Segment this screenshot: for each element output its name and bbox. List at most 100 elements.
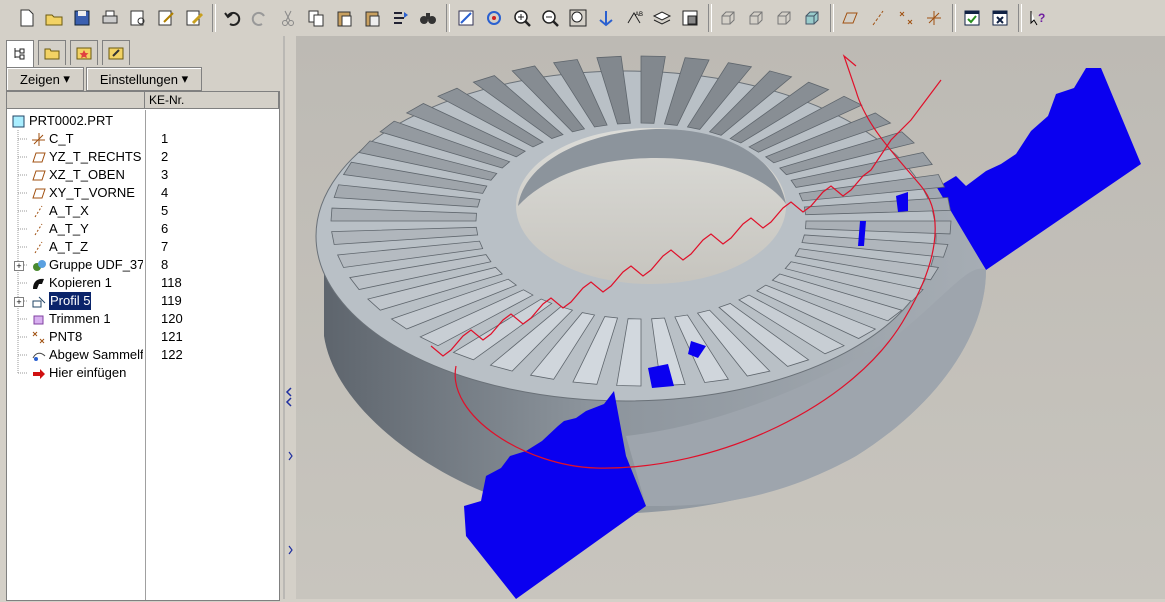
tree-row[interactable]: + Profil 5 119: [7, 292, 279, 310]
tree-row[interactable]: XY_T_VORNE 4: [7, 184, 279, 202]
datum-planes-icon: [842, 12, 858, 24]
tree-guide-lines: [17, 148, 27, 166]
find-button[interactable]: [416, 6, 440, 30]
edit-button[interactable]: [154, 6, 178, 30]
toolbar-separator: [952, 4, 956, 32]
open-button[interactable]: [42, 6, 66, 30]
tree-item-ke-nr: 119: [161, 293, 182, 308]
datum-axes-button[interactable]: [866, 6, 890, 30]
datum-point-icon: [31, 330, 47, 344]
tree-row[interactable]: A_T_Y 6: [7, 220, 279, 238]
tree-column-header[interactable]: [7, 92, 145, 109]
tree-guide-lines: [17, 202, 27, 220]
show-menu-button[interactable]: Zeigen ▾: [6, 67, 84, 91]
named-views-button[interactable]: AB: [622, 6, 646, 30]
datum-plane-icon: [31, 150, 47, 164]
ke-nr-column-header[interactable]: KE-Nr.: [145, 92, 279, 109]
tree-row[interactable]: A_T_X 5: [7, 202, 279, 220]
new-button[interactable]: [14, 6, 38, 30]
tree-row[interactable]: C_T 1: [7, 130, 279, 148]
tree-item-label: A_T_Y: [49, 221, 89, 236]
expand-toggle[interactable]: +: [14, 297, 24, 307]
zoom-out-button[interactable]: [538, 6, 562, 30]
connections-tab[interactable]: [102, 40, 130, 65]
regenerate-button[interactable]: [388, 6, 412, 30]
erase-icon: [186, 10, 204, 26]
save-button[interactable]: [70, 6, 94, 30]
window-close-icon: [992, 10, 1008, 26]
repaint-icon: [458, 10, 474, 26]
wireframe-button[interactable]: [716, 6, 740, 30]
panel-splitter[interactable]: [282, 36, 296, 599]
find-icon: [420, 13, 436, 24]
tree-item-ke-nr: 2: [161, 149, 169, 164]
bevel-gear-model[interactable]: [296, 36, 1165, 599]
tree-row[interactable]: XZ_T_OBEN 3: [7, 166, 279, 184]
undo-button[interactable]: [220, 6, 244, 30]
datum-points-button[interactable]: [894, 6, 918, 30]
copy-feature-icon: [31, 276, 47, 290]
no-hidden-icon: [777, 11, 791, 25]
favorites-tab[interactable]: [70, 40, 98, 65]
view-manager-button[interactable]: [678, 6, 702, 30]
tree-row[interactable]: Hier einfügen: [7, 364, 279, 382]
coord-sys-button[interactable]: [922, 6, 946, 30]
folder-tab[interactable]: [38, 40, 66, 65]
tree-guide-lines: [17, 220, 27, 238]
tree-row[interactable]: YZ_T_RECHTS 2: [7, 148, 279, 166]
shading-button[interactable]: [800, 6, 824, 30]
tree-row[interactable]: + Gruppe UDF_37 8: [7, 256, 279, 274]
ke-nr-header-label: KE-Nr.: [149, 93, 185, 107]
tree-item-label: YZ_T_RECHTS: [49, 149, 142, 164]
model-tree-tab[interactable]: [6, 40, 34, 67]
model-tree-panel: Zeigen ▾ Einstellungen ▾ KE-Nr. PRT0002.…: [0, 36, 282, 601]
named-views-icon: AB: [627, 12, 643, 24]
window-close-button[interactable]: [988, 6, 1012, 30]
tree-row[interactable]: PNT8 121: [7, 328, 279, 346]
datum-planes-button[interactable]: [838, 6, 862, 30]
settings-menu-button[interactable]: Einstellungen ▾: [86, 67, 202, 91]
tree-row[interactable]: A_T_Z 7: [7, 238, 279, 256]
tree-row[interactable]: Trimmen 1 120: [7, 310, 279, 328]
cut-icon: [282, 10, 294, 26]
svg-text:?: ?: [1038, 11, 1045, 25]
datum-axis-icon: [31, 240, 47, 254]
datum-plane-icon: [31, 168, 47, 182]
tree-row[interactable]: Kopieren 1 118: [7, 274, 279, 292]
preview-button[interactable]: [126, 6, 150, 30]
wireframe-icon: [721, 11, 735, 25]
tree-item-ke-nr: 4: [161, 185, 169, 200]
paste-special-button[interactable]: [360, 6, 384, 30]
tree-root[interactable]: PRT0002.PRT: [7, 112, 279, 130]
no-hidden-button[interactable]: [772, 6, 796, 30]
copy-button[interactable]: [304, 6, 328, 30]
repaint-button[interactable]: [454, 6, 478, 30]
svg-text:AB: AB: [635, 12, 643, 18]
erase-button[interactable]: [182, 6, 206, 30]
context-help-button[interactable]: ?: [1026, 6, 1050, 30]
context-help-icon: ?: [1030, 11, 1045, 26]
print-button[interactable]: [98, 6, 122, 30]
window-activate-button[interactable]: [960, 6, 984, 30]
tree-item-label: Abgew Sammelfl: [49, 347, 143, 362]
layers-button[interactable]: [650, 6, 674, 30]
graphics-viewport[interactable]: [296, 36, 1165, 599]
expand-toggle[interactable]: +: [14, 261, 24, 271]
hidden-line-button[interactable]: [744, 6, 768, 30]
tree-item-ke-nr: 3: [161, 167, 169, 182]
insert-here-icon: [31, 366, 47, 380]
cut-button[interactable]: [276, 6, 300, 30]
redo-button[interactable]: [248, 6, 272, 30]
zoom-in-icon: [514, 10, 531, 27]
tree-item-ke-nr: 5: [161, 203, 169, 218]
refit-button[interactable]: [566, 6, 590, 30]
zoom-in-button[interactable]: [510, 6, 534, 30]
paste-button[interactable]: [332, 6, 356, 30]
spin-center-button[interactable]: [482, 6, 506, 30]
orient-button[interactable]: [594, 6, 618, 30]
tree-item-ke-nr: 122: [161, 347, 183, 362]
tree-item-label: A_T_Z: [49, 239, 89, 254]
tree-item-ke-nr: 1: [161, 131, 169, 146]
tree-row[interactable]: Abgew Sammelfl 122: [7, 346, 279, 364]
coord-sys-icon: [927, 11, 941, 25]
